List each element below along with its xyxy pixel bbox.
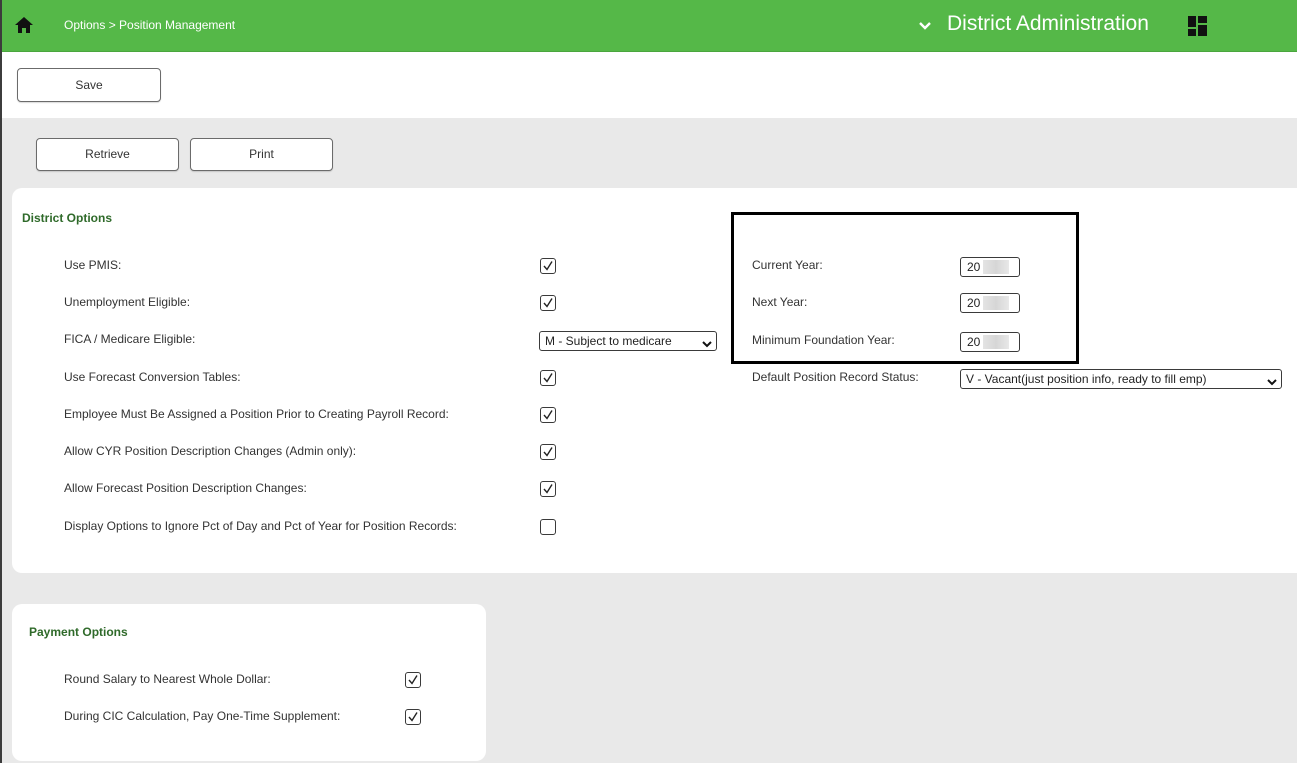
chevron-down-icon xyxy=(702,336,712,348)
app-grid-icon[interactable] xyxy=(1188,16,1208,36)
fica-medicare-value: M - Subject to medicare xyxy=(545,334,672,348)
chevron-down-icon[interactable] xyxy=(917,18,933,34)
cic-supplement-label: During CIC Calculation, Pay One-Time Sup… xyxy=(64,709,341,723)
default-status-select[interactable]: V - Vacant(just position info, ready to … xyxy=(960,369,1282,389)
ignore-pct-options-checkbox[interactable] xyxy=(540,519,556,535)
app-title: District Administration xyxy=(947,12,1149,35)
breadcrumb[interactable]: Options > Position Management xyxy=(64,18,235,32)
retrieve-button[interactable]: Retrieve xyxy=(36,138,179,171)
default-status-value: V - Vacant(just position info, ready to … xyxy=(966,372,1207,386)
round-salary-label: Round Salary to Nearest Whole Dollar: xyxy=(64,672,271,686)
save-toolbar: Save xyxy=(2,52,1297,118)
position-prior-payroll-label: Employee Must Be Assigned a Position Pri… xyxy=(64,407,449,421)
round-salary-checkbox[interactable] xyxy=(405,672,421,688)
unemployment-eligible-label: Unemployment Eligible: xyxy=(64,295,191,309)
save-button[interactable]: Save xyxy=(17,68,161,102)
home-icon[interactable] xyxy=(14,15,34,35)
forecast-description-changes-checkbox[interactable] xyxy=(540,481,556,497)
top-bar: Options > Position Management District A… xyxy=(2,0,1297,52)
forecast-description-changes-label: Allow Forecast Position Description Chan… xyxy=(64,481,307,495)
cic-supplement-checkbox[interactable] xyxy=(405,709,421,725)
fica-medicare-label: FICA / Medicare Eligible: xyxy=(64,332,196,346)
use-pmis-checkbox[interactable] xyxy=(540,258,556,274)
year-fields-highlight xyxy=(731,212,1079,364)
chevron-down-icon xyxy=(1267,374,1277,386)
app-window: Options > Position Management District A… xyxy=(0,0,1297,763)
default-status-label: Default Position Record Status: xyxy=(752,370,919,384)
ignore-pct-options-label: Display Options to Ignore Pct of Day and… xyxy=(64,519,457,533)
district-options-heading: District Options xyxy=(22,211,113,225)
unemployment-eligible-checkbox[interactable] xyxy=(540,295,556,311)
cyr-description-changes-checkbox[interactable] xyxy=(540,444,556,460)
forecast-conversion-checkbox[interactable] xyxy=(540,370,556,386)
fica-medicare-select[interactable]: M - Subject to medicare xyxy=(539,331,717,351)
print-button[interactable]: Print xyxy=(190,138,333,171)
use-pmis-label: Use PMIS: xyxy=(64,258,122,272)
payment-options-heading: Payment Options xyxy=(29,625,128,639)
position-prior-payroll-checkbox[interactable] xyxy=(540,407,556,423)
cyr-description-changes-label: Allow CYR Position Description Changes (… xyxy=(64,444,357,458)
forecast-conversion-label: Use Forecast Conversion Tables: xyxy=(64,370,241,384)
